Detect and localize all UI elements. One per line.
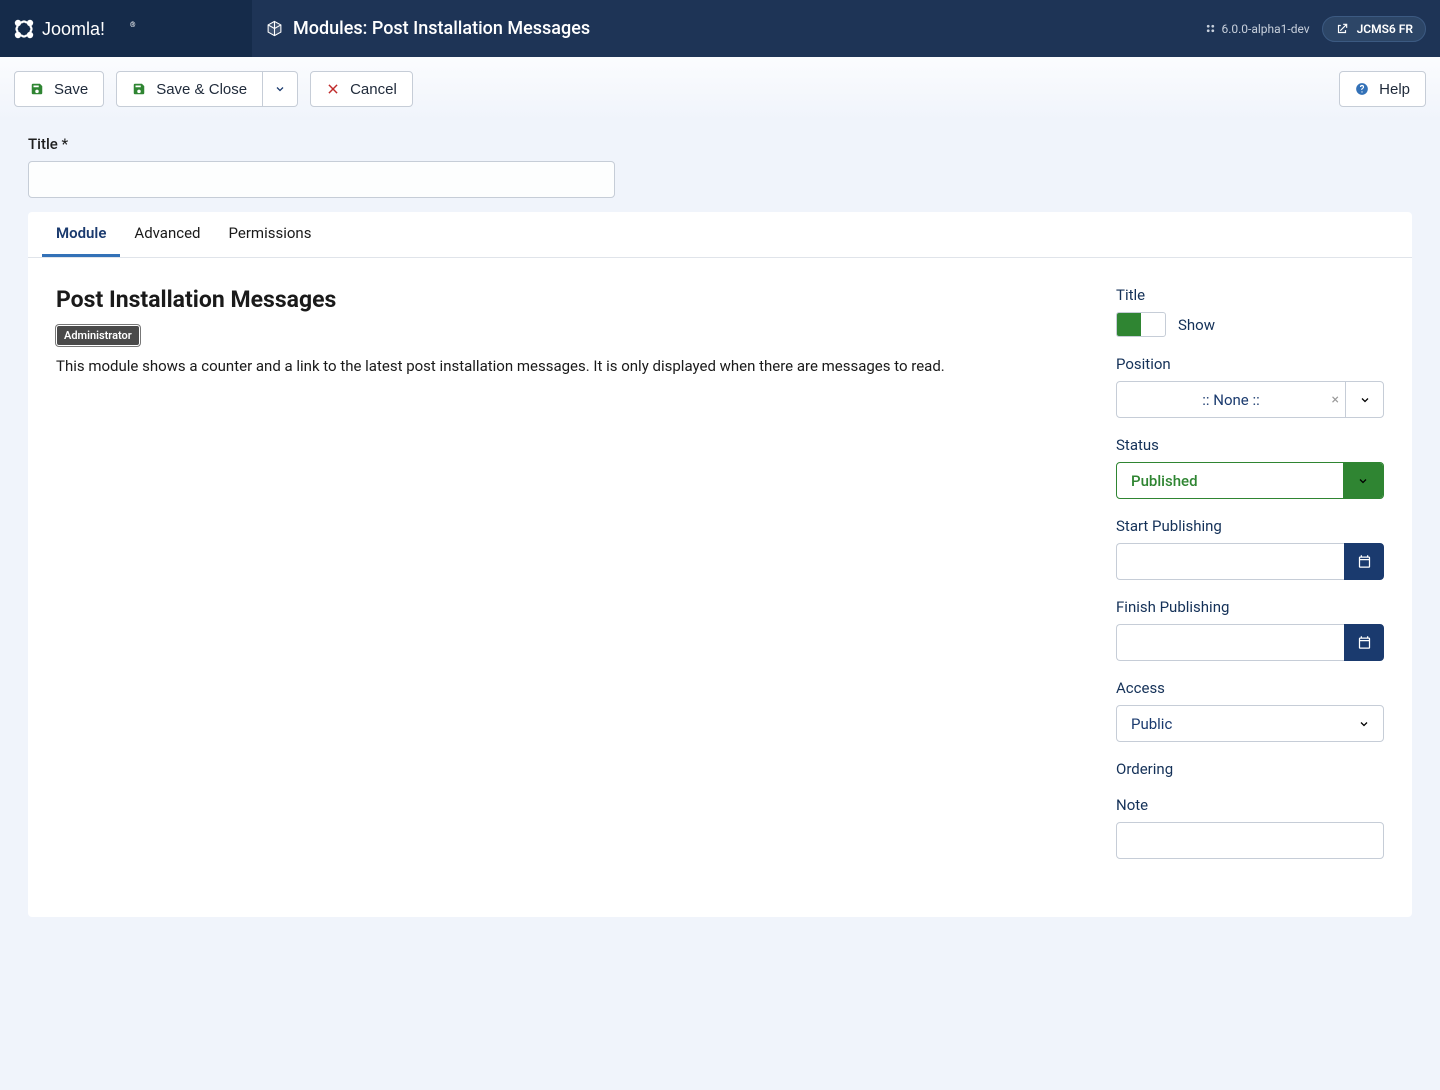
side-field-start: Start Publishing: [1116, 517, 1384, 580]
panel-main: Post Installation Messages Administrator…: [56, 286, 1076, 877]
finish-calendar-button[interactable]: [1344, 624, 1384, 661]
content: Title * Module Advanced Permissions Post…: [0, 121, 1440, 945]
side-field-finish: Finish Publishing: [1116, 598, 1384, 661]
close-icon: [326, 82, 340, 96]
title-toggle[interactable]: [1116, 312, 1166, 337]
start-input[interactable]: [1116, 543, 1344, 580]
side-field-title: Title Show: [1116, 286, 1384, 337]
note-input[interactable]: [1116, 822, 1384, 859]
save-label: Save: [54, 81, 88, 98]
help-icon: [1355, 82, 1369, 96]
save-icon: [132, 82, 146, 96]
chevron-down-icon: [274, 83, 286, 95]
help-label: Help: [1379, 81, 1410, 98]
title-label: Title *: [28, 135, 1412, 153]
user-name: JCMS6 FR: [1357, 22, 1413, 36]
status-select[interactable]: Published: [1116, 462, 1384, 499]
side-field-ordering: Ordering: [1116, 760, 1384, 778]
page-title: Modules: Post Installation Messages: [293, 18, 590, 39]
chevron-down-icon: [1357, 475, 1369, 487]
side-field-position: Position :: None :: ×: [1116, 355, 1384, 418]
tab-advanced[interactable]: Advanced: [120, 212, 214, 257]
chevron-down-icon: [1359, 394, 1371, 406]
tab-module[interactable]: Module: [42, 212, 120, 257]
svg-text:Joomla!: Joomla!: [42, 19, 105, 39]
status-value: Published: [1131, 472, 1198, 490]
status-arrow[interactable]: [1343, 463, 1383, 498]
calendar-icon: [1357, 554, 1372, 569]
tab-panel: Post Installation Messages Administrator…: [28, 258, 1412, 917]
access-select[interactable]: Public: [1116, 705, 1384, 742]
joomla-logo-icon: Joomla! ®: [12, 17, 152, 41]
finish-input[interactable]: [1116, 624, 1344, 661]
chevron-down-icon: [1358, 718, 1370, 730]
save-close-label: Save & Close: [156, 81, 247, 98]
panel-side: Title Show Position :: None :: ×: [1116, 286, 1384, 877]
cube-icon: [266, 20, 283, 37]
tab-card: Module Advanced Permissions Post Install…: [28, 212, 1412, 917]
save-close-button[interactable]: Save & Close: [116, 71, 263, 107]
joomla-mini-icon: [1205, 23, 1216, 34]
access-arrow[interactable]: [1345, 706, 1383, 741]
title-field: Title *: [28, 135, 1412, 198]
client-badge: Administrator: [56, 325, 140, 346]
version-badge[interactable]: 6.0.0-alpha1-dev: [1205, 22, 1309, 36]
start-label: Start Publishing: [1116, 517, 1384, 535]
calendar-icon: [1357, 635, 1372, 650]
note-label: Note: [1116, 796, 1384, 814]
brand-logo[interactable]: Joomla! ®: [0, 0, 252, 57]
position-label: Position: [1116, 355, 1384, 373]
module-description: This module shows a counter and a link t…: [56, 356, 1076, 377]
side-title-label: Title: [1116, 286, 1384, 304]
finish-label: Finish Publishing: [1116, 598, 1384, 616]
save-icon: [30, 82, 44, 96]
access-label: Access: [1116, 679, 1384, 697]
tabs: Module Advanced Permissions: [28, 212, 1412, 258]
start-calendar-button[interactable]: [1344, 543, 1384, 580]
save-button[interactable]: Save: [14, 71, 104, 107]
position-arrow[interactable]: [1345, 382, 1383, 417]
ordering-label: Ordering: [1116, 760, 1384, 778]
module-heading: Post Installation Messages: [56, 286, 1076, 313]
help-button[interactable]: Help: [1339, 71, 1426, 107]
save-close-group: Save & Close: [116, 71, 298, 107]
external-link-icon: [1335, 22, 1349, 36]
side-field-status: Status Published: [1116, 436, 1384, 499]
position-clear-icon[interactable]: ×: [1332, 392, 1339, 408]
position-value: :: None ::: [1202, 391, 1259, 409]
header-right: 6.0.0-alpha1-dev JCMS6 FR: [1205, 16, 1440, 42]
title-toggle-text: Show: [1178, 316, 1215, 334]
side-field-note: Note: [1116, 796, 1384, 859]
access-value: Public: [1131, 715, 1172, 733]
app-header: Joomla! ® Modules: Post Installation Mes…: [0, 0, 1440, 57]
cancel-button[interactable]: Cancel: [310, 71, 413, 107]
toolbar: Save Save & Close Cancel Help: [0, 57, 1440, 121]
cancel-label: Cancel: [350, 81, 397, 98]
page-title-area: Modules: Post Installation Messages: [252, 18, 1205, 39]
save-dropdown-button[interactable]: [263, 71, 298, 107]
svg-text:®: ®: [130, 21, 136, 29]
version-text: 6.0.0-alpha1-dev: [1221, 22, 1309, 36]
title-input[interactable]: [28, 161, 615, 198]
side-field-access: Access Public: [1116, 679, 1384, 742]
tab-permissions[interactable]: Permissions: [215, 212, 326, 257]
status-label: Status: [1116, 436, 1384, 454]
user-badge[interactable]: JCMS6 FR: [1322, 16, 1426, 42]
position-select[interactable]: :: None :: ×: [1116, 381, 1384, 418]
